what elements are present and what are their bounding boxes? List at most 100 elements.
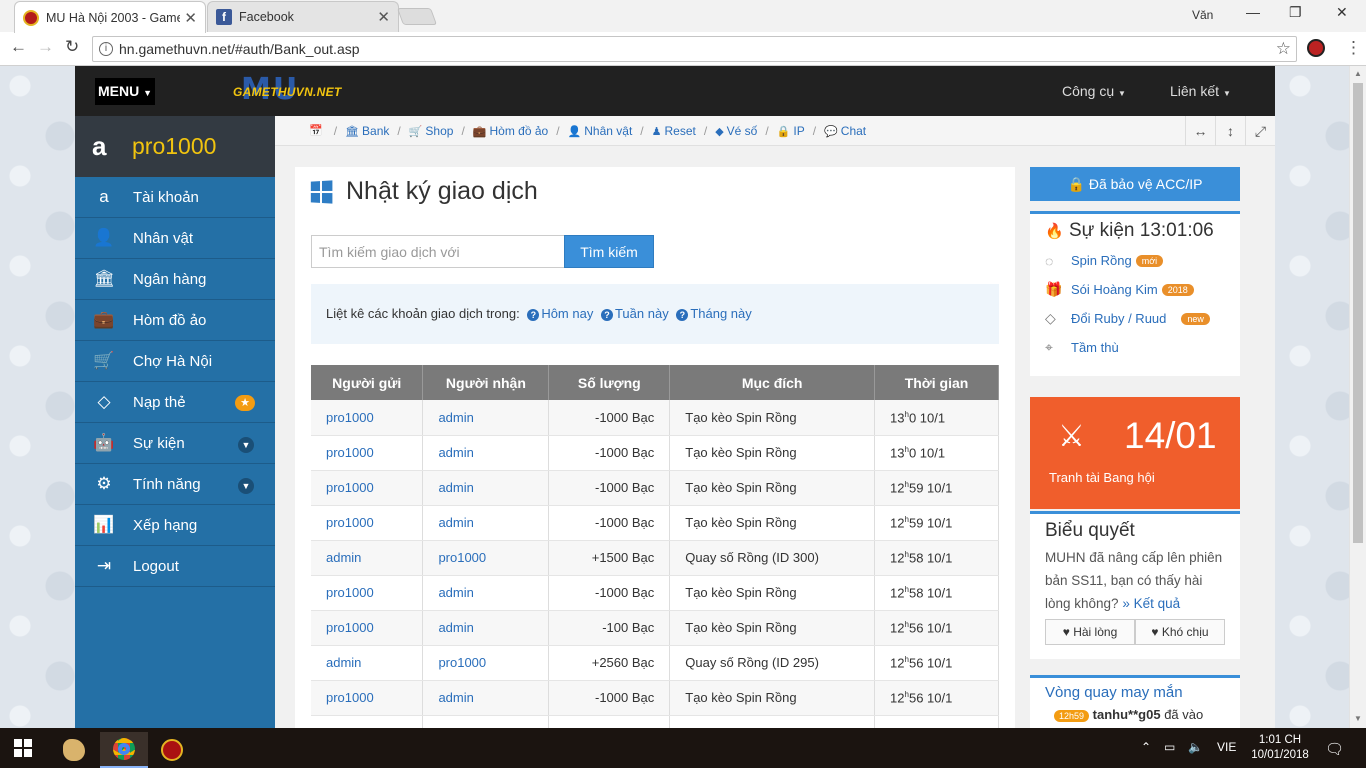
sidebar-item-market[interactable]: 🛒 Chợ Hà Nội [75, 341, 275, 382]
extension-icon[interactable] [1307, 39, 1325, 57]
sender-link[interactable]: admin [311, 540, 424, 576]
close-tab-icon[interactable]: ✕ [377, 8, 390, 26]
receiver-link[interactable]: admin [422, 400, 550, 436]
windows-start-icon[interactable] [14, 739, 32, 757]
filter-month-link[interactable]: Tháng này [690, 306, 751, 321]
poll-result-link[interactable]: » Kết quả [1122, 596, 1180, 611]
search-input[interactable] [311, 235, 564, 268]
poll-option-satisfied[interactable]: ♥ Hài lòng [1045, 619, 1135, 645]
sidebar-item-topup[interactable]: ◇ Nạp thẻ ★ [75, 382, 275, 423]
event-exchange-ruby[interactable]: ◇ Đổi Ruby / Ruud new [1030, 304, 1240, 333]
url-text[interactable]: hn.gamethuvn.net/#auth/Bank_out.asp [119, 41, 360, 57]
paint-app-icon[interactable] [50, 732, 98, 768]
browser-profile-name[interactable]: Văn [1192, 8, 1213, 22]
col-amount[interactable]: Số lượng [548, 365, 671, 400]
restore-icon[interactable]: ❐ [1289, 4, 1302, 21]
tab-facebook[interactable]: f Facebook ✕ [207, 1, 399, 32]
sidebar-item-virtual-chest[interactable]: 💼 Hòm đồ ảo [75, 300, 275, 341]
expand-horizontal-icon[interactable]: ↔ [1185, 116, 1215, 146]
tab-mu-hanoi[interactable]: MU Hà Nội 2003 - Game ✕ [14, 1, 206, 33]
event-bounty[interactable]: ⌖ Tầm thù [1030, 333, 1240, 362]
crumb-virtual-chest[interactable]: 💼 Hòm đồ ảo [473, 124, 548, 138]
sidebar-item-ranking[interactable]: 📊 Xếp hạng [75, 505, 275, 546]
crumb-shop[interactable]: 🛒 Shop [409, 124, 454, 138]
sender-link[interactable]: pro1000 [311, 680, 424, 716]
receiver-link[interactable]: admin [422, 575, 550, 611]
col-purpose[interactable]: Mục đích [669, 365, 876, 400]
close-tab-icon[interactable]: ✕ [184, 9, 197, 27]
event-golden-wolf[interactable]: 🎁 Sói Hoàng Kim 2018 [1030, 275, 1240, 304]
filter-today-link[interactable]: Hôm nay [541, 306, 593, 321]
lucky-wheel-title[interactable]: Vòng quay may mắn [1030, 678, 1240, 707]
col-sender[interactable]: Người gửi [311, 365, 424, 400]
taskbar-clock[interactable]: 1:01 CH 10/01/2018 [1250, 733, 1310, 763]
scroll-down-icon[interactable]: ▼ [1354, 714, 1362, 723]
volume-icon[interactable]: 🔈 [1188, 740, 1203, 754]
sidebar-item-bank[interactable]: 🏛 Ngân hàng [75, 259, 275, 300]
col-receiver[interactable]: Người nhận [422, 365, 550, 400]
crumb-chat[interactable]: 💬 Chat [824, 124, 866, 138]
account-protected-button[interactable]: 🔒 Đã bảo vệ ACC/IP [1030, 167, 1240, 201]
fullscreen-icon[interactable]: ⤢ [1245, 116, 1275, 146]
sender-link[interactable]: pro1000 [311, 400, 424, 436]
chrome-app-icon[interactable] [100, 732, 148, 768]
sidebar-item-character[interactable]: 👤 Nhân vật [75, 218, 275, 259]
sidebar-item-events[interactable]: 🤖 Sự kiện ▼ [75, 423, 275, 464]
calendar-icon[interactable]: 📅 [309, 124, 323, 137]
scroll-thumb[interactable] [1353, 83, 1363, 543]
new-tab-button[interactable] [396, 8, 438, 25]
crumb-bank[interactable]: 🏛 Bank [345, 124, 389, 138]
receiver-link[interactable]: admin [422, 610, 550, 646]
mu-game-app-icon[interactable] [148, 732, 196, 768]
close-window-icon[interactable]: ✕ [1336, 4, 1348, 21]
receiver-link[interactable]: pro1000 [422, 540, 550, 576]
filter-week-link[interactable]: Tuần này [615, 306, 669, 321]
sender-link[interactable]: pro1000 [311, 435, 424, 471]
receiver-link[interactable]: admin [422, 680, 550, 716]
scroll-up-icon[interactable]: ▲ [1354, 69, 1362, 78]
page-scrollbar[interactable]: ▲ ▼ [1349, 66, 1366, 728]
page-title-text: Nhật ký giao dịch [346, 177, 538, 205]
menu-button[interactable]: MENU ▼ [95, 78, 155, 105]
table-row: pro1000 admin -100 Bạc Tạo kèo Spin Rồng 12h… [311, 610, 999, 646]
crumb-reset[interactable]: ♟ Reset [652, 124, 696, 138]
question-icon: ? [527, 309, 540, 321]
sender-link[interactable]: pro1000 [311, 610, 424, 646]
col-time[interactable]: Thời gian [874, 365, 999, 400]
network-icon[interactable]: ▭ [1164, 740, 1175, 754]
receiver-link[interactable]: pro1000 [422, 645, 550, 681]
time-cell: 12h56 10/1 [874, 610, 999, 646]
language-indicator[interactable]: VIE [1217, 740, 1236, 754]
sidebar-item-account[interactable]: a Tài khoản [75, 177, 275, 218]
back-icon[interactable]: ← [10, 37, 27, 57]
address-bar[interactable]: i hn.gamethuvn.net/#auth/Bank_out.asp ☆ [92, 36, 1297, 62]
search-button[interactable]: Tìm kiếm [564, 235, 654, 268]
minimize-icon[interactable]: — [1246, 4, 1260, 20]
receiver-link[interactable]: admin [422, 505, 550, 541]
sender-link[interactable]: pro1000 [311, 575, 424, 611]
sender-link[interactable]: admin [311, 645, 424, 681]
chrome-menu-icon[interactable]: ⋮ [1345, 38, 1362, 58]
crumb-lottery[interactable]: ◆ Vé số [715, 124, 757, 138]
sender-link[interactable]: pro1000 [311, 470, 424, 506]
menu-tools[interactable]: Công cụ ▼ [1062, 83, 1126, 99]
crumb-character[interactable]: 👤 Nhân vật [568, 124, 633, 138]
bookmark-star-icon[interactable]: ☆ [1276, 39, 1291, 59]
event-spin-dragon[interactable]: ◌ Spin Rồng mới [1030, 246, 1240, 275]
guild-tournament-card[interactable]: ⚔ 14/01 Tranh tài Bang hội [1030, 397, 1240, 509]
tray-expand-icon[interactable]: ⌃ [1141, 740, 1151, 754]
site-info-icon[interactable]: i [99, 42, 113, 56]
poll-option-unhappy[interactable]: ♥ Khó chịu [1135, 619, 1225, 645]
sidebar-item-logout[interactable]: ⇥ Logout [75, 546, 275, 587]
sidebar-item-features[interactable]: ⚙ Tính năng ▼ [75, 464, 275, 505]
receiver-link[interactable]: admin [422, 435, 550, 471]
site-logo[interactable]: MU GAMETHUVN.NET [233, 72, 353, 107]
reload-icon[interactable]: ↻ [65, 37, 79, 57]
expand-vertical-icon[interactable]: ↕ [1215, 116, 1245, 146]
forward-icon[interactable]: → [37, 37, 54, 57]
sender-link[interactable]: pro1000 [311, 505, 424, 541]
action-center-icon[interactable]: 🗨 [1325, 740, 1344, 758]
crumb-ip[interactable]: 🔒 IP [777, 124, 805, 138]
receiver-link[interactable]: admin [422, 470, 550, 506]
menu-links[interactable]: Liên kết ▼ [1170, 83, 1231, 99]
